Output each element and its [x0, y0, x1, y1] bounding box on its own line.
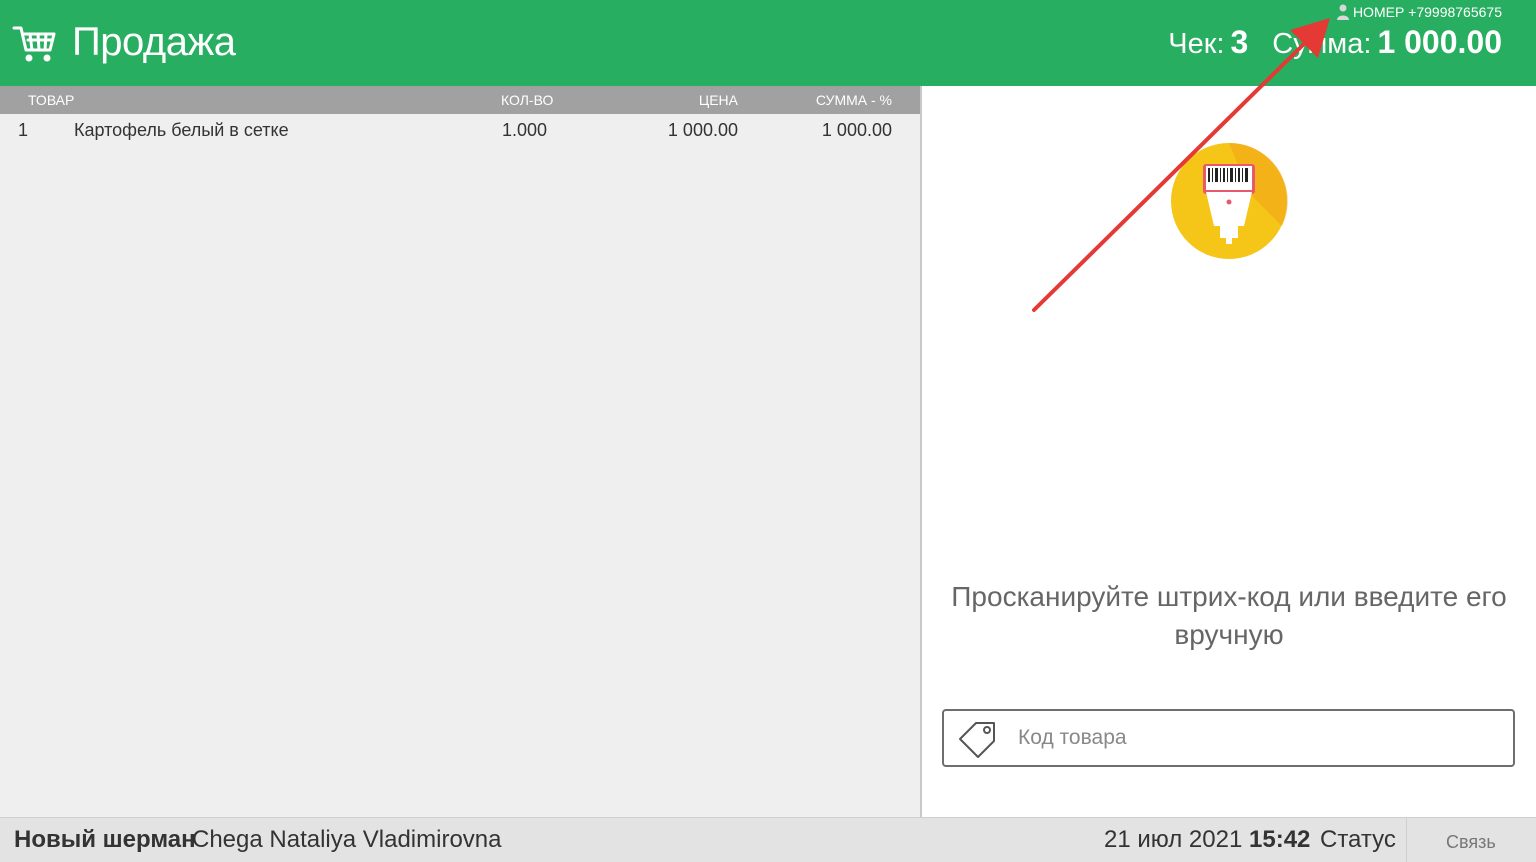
row-qty: 1.000	[502, 120, 548, 140]
status-button[interactable]: Статус	[1320, 826, 1396, 854]
row-sum: 1 000.00	[821, 120, 892, 140]
current-date: 21 июл 2021	[1104, 826, 1243, 853]
scan-hint: Просканируйте штрих-код или введите его …	[951, 581, 1507, 650]
sum-value: 1 000.00	[1377, 24, 1502, 60]
customer-phone-label: НОМЕР +79998765675	[1352, 4, 1502, 20]
status-bar: Новый шерман Chega Nataliya Vladimirovna…	[0, 817, 1536, 862]
column-header-item: ТОВАР	[28, 92, 75, 108]
shop-name: Новый шерман	[14, 826, 196, 853]
column-header-sum: СУММА - %	[815, 92, 892, 108]
table-row[interactable]: 1 Картофель белый в сетке 1.000 1 000.00…	[0, 120, 920, 148]
row-index: 1	[18, 120, 29, 140]
receipt-number: 3	[1230, 24, 1249, 60]
column-header-price: ЦЕНА	[698, 92, 738, 108]
page-title: Продажа	[72, 20, 236, 64]
receipt-summary: Чек: 3 Сумма: 1 000.00	[1168, 24, 1502, 61]
row-price: 1 000.00	[667, 120, 738, 140]
current-time: 15:42	[1249, 826, 1311, 853]
shopping-cart-icon	[12, 26, 56, 62]
connection-button[interactable]: Связь	[1446, 832, 1496, 853]
top-header: Продажа НОМЕР +79998765675 Чек: 3 Сумма:…	[0, 0, 1536, 86]
barcode-scanner-icon	[1171, 142, 1288, 259]
table-header: ТОВАР КОЛ-ВО ЦЕНА СУММА - %	[0, 86, 920, 114]
sum-label: Сумма:	[1272, 28, 1372, 60]
receipt-items-pane: ТОВАР КОЛ-ВО ЦЕНА СУММА - % 1 Картофель …	[0, 86, 920, 817]
receipt-label: Чек:	[1168, 28, 1225, 60]
column-header-qty: КОЛ-ВО	[501, 92, 554, 108]
price-tag-icon	[959, 722, 995, 758]
cashier-name: Chega Nataliya Vladimirovna	[192, 826, 502, 853]
status-separator	[1406, 818, 1407, 862]
product-code-field[interactable]	[942, 709, 1515, 767]
person-icon	[1336, 4, 1349, 20]
customer-phone[interactable]: НОМЕР +79998765675	[1336, 4, 1502, 20]
scan-panel: Просканируйте штрих-код или введите его …	[922, 86, 1536, 817]
product-code-input[interactable]	[1018, 721, 1498, 755]
row-item-name: Картофель белый в сетке	[74, 120, 289, 140]
